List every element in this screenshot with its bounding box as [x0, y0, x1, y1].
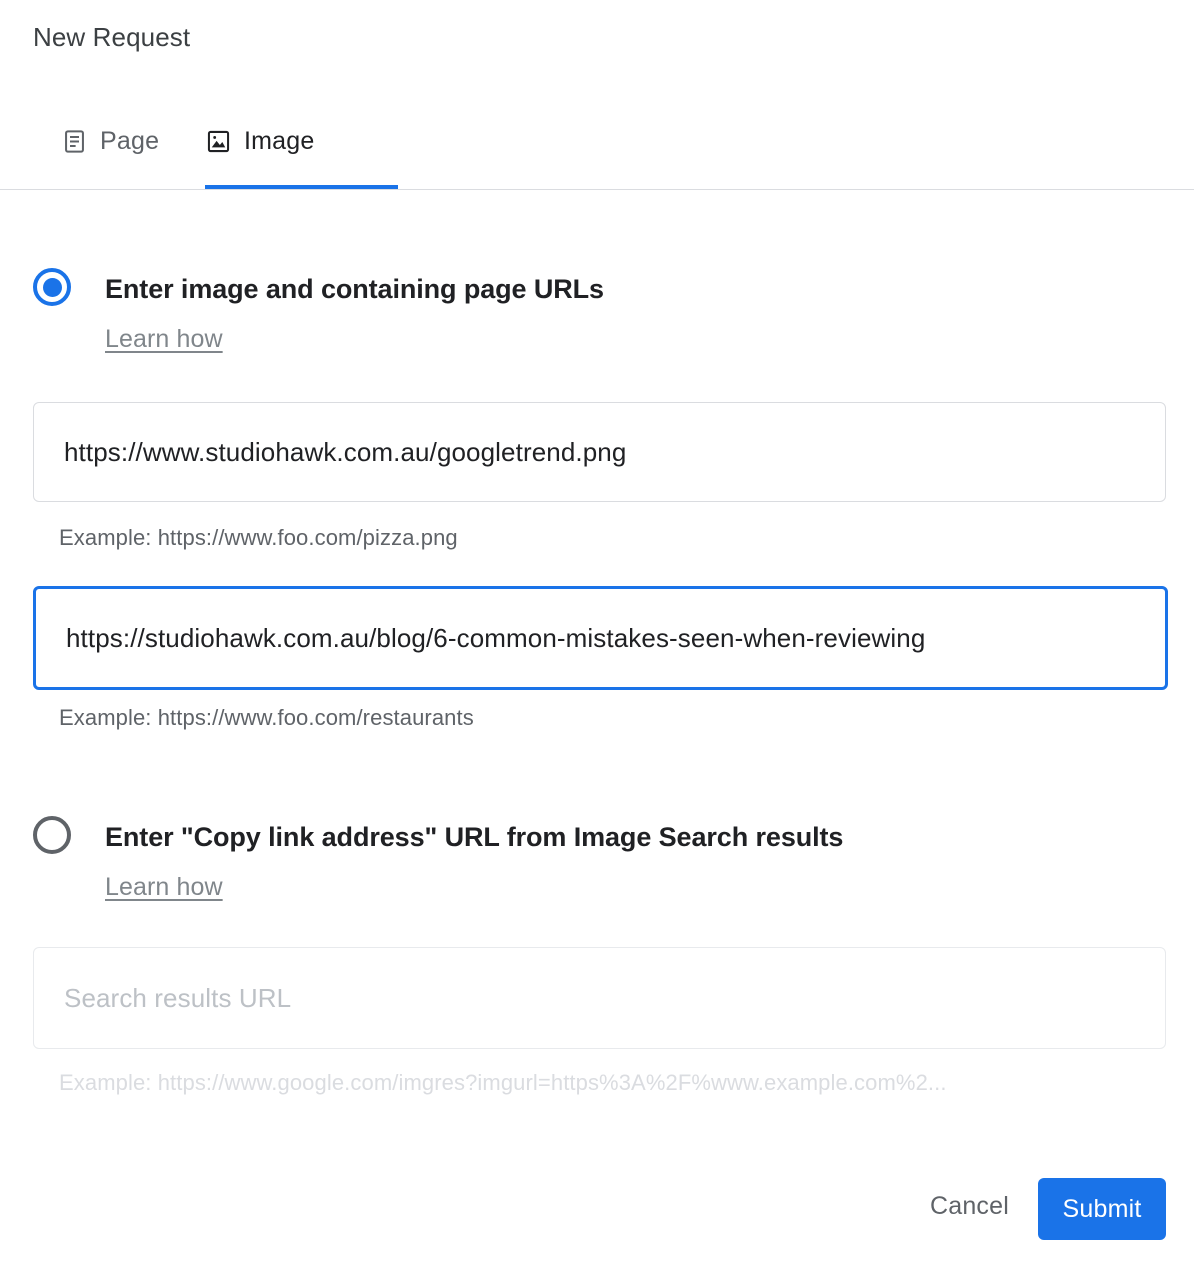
tab-page-label: Page: [100, 127, 160, 155]
search-results-url-hint: Example: https://www.google.com/imgres?i…: [59, 1070, 947, 1095]
option-image-and-page-urls-label: Enter image and containing page URLs: [105, 274, 604, 304]
image-url-input-value: https://www.studiohawk.com.au/googletren…: [64, 436, 627, 467]
tab-image[interactable]: Image: [205, 110, 314, 189]
learn-how-link-image-and-page[interactable]: Learn how: [105, 325, 223, 354]
tab-image-label: Image: [244, 127, 315, 155]
tab-bar: Page Image: [0, 110, 1194, 190]
image-icon: [205, 128, 232, 155]
page-url-input-value: https://studiohawk.com.au/blog/6-common-…: [66, 622, 926, 653]
cancel-button[interactable]: Cancel: [910, 1178, 1029, 1235]
search-results-url-input[interactable]: Search results URL: [33, 947, 1166, 1049]
page-url-hint: Example: https://www.foo.com/restaurants: [59, 705, 474, 730]
image-url-input[interactable]: https://www.studiohawk.com.au/googletren…: [33, 402, 1166, 502]
dialog-footer: Cancel Submit: [0, 1178, 1194, 1266]
learn-how-link-copy-link-address[interactable]: Learn how: [105, 873, 223, 902]
option-copy-link-address-label: Enter "Copy link address" URL from Image…: [105, 822, 844, 852]
radio-image-and-page-urls[interactable]: [33, 268, 71, 306]
page-url-input[interactable]: https://studiohawk.com.au/blog/6-common-…: [33, 586, 1168, 690]
radio-copy-link-address[interactable]: [33, 816, 71, 854]
search-results-url-placeholder: Search results URL: [64, 982, 292, 1013]
tab-page[interactable]: Page: [61, 110, 159, 189]
page-title: New Request: [33, 22, 191, 52]
submit-button[interactable]: Submit: [1038, 1178, 1166, 1240]
image-url-hint: Example: https://www.foo.com/pizza.png: [59, 525, 458, 550]
document-icon: [61, 128, 88, 155]
tab-bar-divider: [0, 189, 1194, 190]
